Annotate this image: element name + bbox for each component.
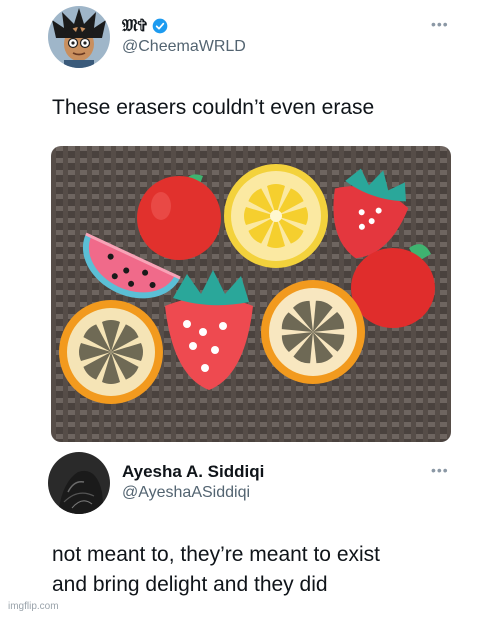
tweet-2-text-line-1: not meant to, they’re meant to exist — [52, 543, 381, 566]
display-name[interactable]: 𝔐✞ — [122, 16, 147, 36]
eraser-photo — [51, 146, 451, 442]
more-horizontal-icon[interactable]: ••• — [431, 462, 449, 478]
tweet-1-names: 𝔐✞ @CheemaWRLD — [122, 16, 246, 58]
handle[interactable]: @AyeshaASiddiqi — [122, 482, 264, 504]
orange-eraser — [59, 300, 163, 404]
tweet-photo[interactable] — [51, 146, 451, 442]
verified-badge-icon — [152, 18, 168, 34]
tweet-2-text-line-2: and bring delight and they did — [52, 573, 328, 596]
cartoon-avatar-icon — [48, 6, 110, 68]
more-horizontal-icon[interactable]: ••• — [431, 16, 449, 32]
tweet-2-names: Ayesha A. Siddiqi @AyeshaASiddiqi — [122, 462, 264, 504]
handle[interactable]: @CheemaWRLD — [122, 36, 246, 58]
tweet-1-text: These erasers couldn’t even erase — [52, 96, 375, 119]
avatar[interactable] — [48, 6, 110, 68]
tweet-2-header: Ayesha A. Siddiqi @AyeshaASiddiqi — [48, 452, 264, 514]
photo-avatar-icon — [48, 452, 110, 514]
orange-eraser — [261, 280, 365, 384]
avatar[interactable] — [48, 452, 110, 514]
lemon-eraser — [224, 164, 328, 268]
tweet-1-header: 𝔐✞ @CheemaWRLD — [48, 6, 246, 68]
display-name[interactable]: Ayesha A. Siddiqi — [122, 462, 264, 482]
watermark: imgflip.com — [8, 601, 59, 612]
